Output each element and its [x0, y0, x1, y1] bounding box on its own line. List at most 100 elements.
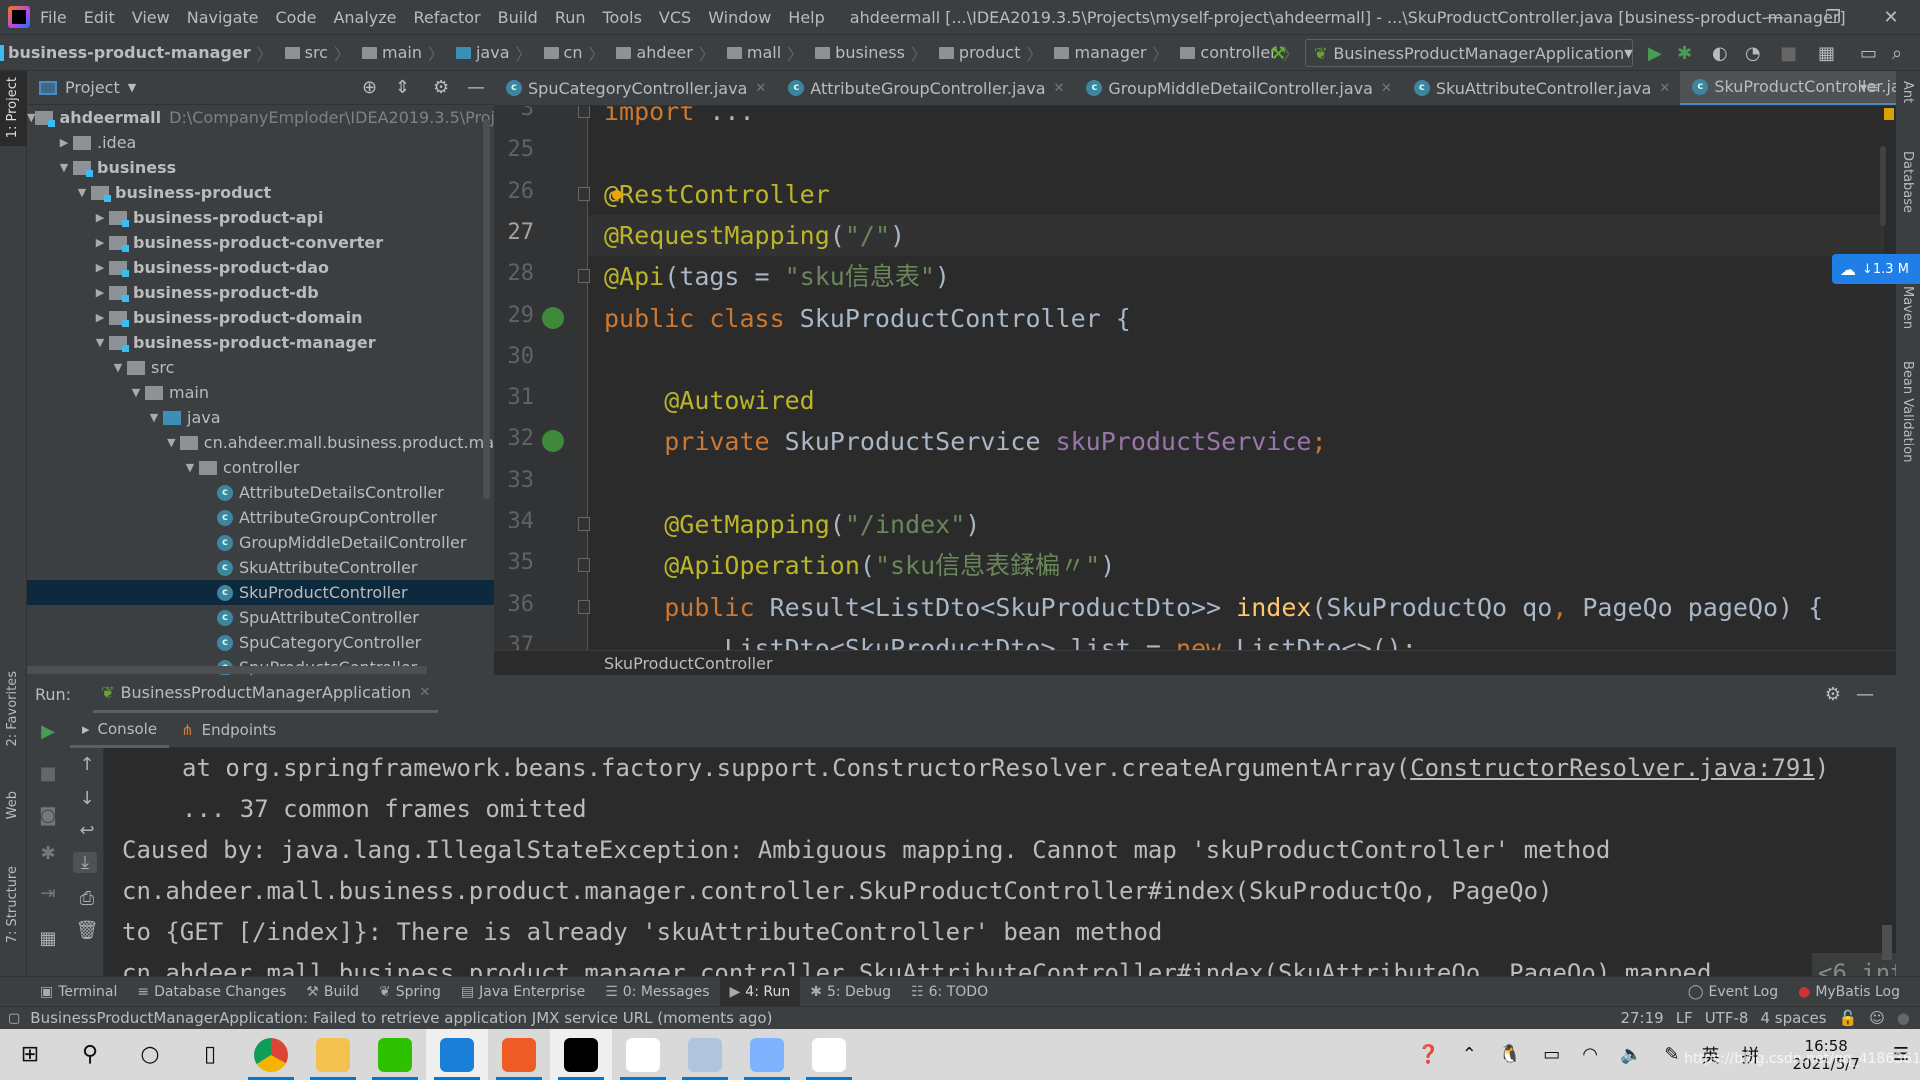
breadcrumb-item[interactable]: src 〉 [277, 41, 350, 65]
menu-navigate[interactable]: Navigate [187, 8, 259, 27]
expand-arrow-icon[interactable]: ▼ [27, 111, 35, 124]
breadcrumb-item[interactable]: java 〉 [448, 41, 532, 65]
menu-analyze[interactable]: Analyze [333, 8, 396, 27]
breadcrumb-item[interactable]: main 〉 [354, 41, 444, 65]
clock[interactable]: 16:58 2021/5/7 https://blog.csdn.net/qq_… [1684, 1037, 1920, 1073]
collapsed-arrow-icon[interactable]: ▶ [55, 136, 73, 149]
tree-item[interactable]: ▶ business-product-dao [27, 255, 494, 280]
menu-refactor[interactable]: Refactor [414, 8, 481, 27]
taskbar-app-chrome[interactable] [240, 1029, 302, 1080]
web-tool-button[interactable]: Web [5, 791, 20, 819]
tree-item[interactable]: c GroupMiddleDetailController [27, 530, 494, 555]
tree-item[interactable]: ▶ business-product-api [27, 205, 494, 230]
exit-icon[interactable]: ⇥ [36, 883, 60, 904]
tree-item[interactable]: ▼ business-product [27, 180, 494, 205]
tool-database-changes[interactable]: ≡ Database Changes [127, 977, 296, 1007]
expanded-arrow-icon[interactable]: ▼ [181, 461, 199, 474]
tree-item[interactable]: ▶ business-product-domain [27, 305, 494, 330]
collapsed-arrow-icon[interactable]: ▶ [91, 311, 109, 324]
tree-item[interactable]: ▶ business-product-db [27, 280, 494, 305]
taskbar-app-baidu-netdisk[interactable] [612, 1029, 674, 1080]
close-tab-icon[interactable]: ✕ [1659, 81, 1670, 96]
status-message[interactable]: BusinessProductManagerApplication: Faile… [30, 1009, 772, 1027]
editor-tab[interactable]: c GroupMiddleDetailController.java ✕ [1074, 71, 1401, 105]
collapsed-arrow-icon[interactable]: ▶ [91, 236, 109, 249]
start-button[interactable]: ⊞ [0, 1029, 60, 1080]
tool-java-enterprise[interactable]: ▤ Java Enterprise [451, 977, 595, 1007]
tree-item[interactable]: ▶ .idea [27, 130, 494, 155]
collapsed-arrow-icon[interactable]: ▶ [91, 286, 109, 299]
build-hammer-icon[interactable]: ⚒ [1270, 43, 1286, 64]
tool-todo[interactable]: ☷ 6: TODO [901, 977, 998, 1007]
code-editor[interactable]: 3 import ... 25 26 @RestController 27 @Request… [494, 106, 1896, 650]
taskbar-app-dictionary[interactable] [426, 1029, 488, 1080]
scroll-to-end-icon[interactable]: ⤓ [73, 852, 97, 873]
bean-class-icon[interactable] [542, 306, 564, 329]
minimize-button[interactable]: — [1746, 0, 1804, 35]
chevron-up-icon[interactable]: ⌃ [1462, 1044, 1477, 1065]
endpoints-tab[interactable]: ⋔ Endpoints [169, 721, 288, 739]
tab-list-icon[interactable]: ▾≡ [1860, 80, 1879, 96]
expanded-arrow-icon[interactable]: ▼ [73, 186, 91, 199]
stop-icon[interactable]: ■ [36, 763, 60, 784]
fold-marker-icon[interactable] [578, 558, 590, 573]
rerun-icon[interactable]: ▶ [36, 721, 60, 742]
menu-code[interactable]: Code [276, 8, 317, 27]
tree-horizontal-scrollbar[interactable] [27, 666, 427, 674]
close-button[interactable]: ✕ [1862, 0, 1920, 35]
menu-edit[interactable]: Edit [84, 8, 115, 27]
tree-vertical-scrollbar[interactable] [483, 119, 490, 499]
breadcrumb-item[interactable]: business 〉 [807, 41, 927, 65]
fold-marker-icon[interactable] [578, 599, 590, 614]
collapsed-arrow-icon[interactable]: ▶ [91, 211, 109, 224]
close-tab-icon[interactable]: ✕ [1054, 81, 1065, 96]
help-icon[interactable]: ❓ [1417, 1044, 1439, 1065]
tree-item[interactable]: ▼ business-product-manager [27, 330, 494, 355]
maven-tool-button[interactable]: Maven [1900, 286, 1915, 329]
lock-icon[interactable]: 🔓 [1839, 1009, 1858, 1027]
baidu-netdisk-float[interactable]: ☁ ↓1.3 M [1832, 254, 1920, 284]
mute-breakpoints-icon[interactable]: ✱ [36, 843, 60, 864]
gear-icon[interactable]: ⚙ [433, 77, 449, 98]
editor-tab[interactable]: c SpuCategoryController.java ✕ [494, 71, 776, 105]
tool-spring[interactable]: ❦ Spring [369, 977, 451, 1007]
run-config-tab[interactable]: ❦ BusinessProductManagerApplication ✕ [93, 675, 439, 713]
chevron-down-icon[interactable]: ▼ [128, 81, 136, 94]
task-view-button[interactable]: ▯ [180, 1029, 240, 1080]
tree-item[interactable]: ▼ main [27, 380, 494, 405]
collapsed-arrow-icon[interactable]: ▶ [91, 261, 109, 274]
breadcrumb-item[interactable]: business-product-manager 〉 [0, 41, 273, 65]
notification-icon[interactable]: ● [1897, 1009, 1910, 1027]
coverage-icon[interactable]: ◐ [1712, 43, 1728, 64]
tree-item[interactable]: ▼ business [27, 155, 494, 180]
expanded-arrow-icon[interactable]: ▼ [163, 436, 180, 449]
breadcrumb-item[interactable]: manager 〉 [1046, 41, 1168, 65]
inspector-icon[interactable]: ☺ [1869, 1009, 1885, 1027]
menu-tools[interactable]: Tools [603, 8, 642, 27]
arrow-up-icon[interactable]: ↑ [75, 754, 99, 775]
wifi-icon[interactable]: ◠ [1582, 1044, 1598, 1065]
fold-marker-icon[interactable] [578, 269, 590, 284]
editor-breadcrumb[interactable]: SkuProductController [494, 650, 1896, 675]
hide-icon[interactable]: — [1856, 684, 1874, 705]
dump-threads-icon[interactable]: ◙ [36, 805, 60, 826]
taskbar-app-file-explorer[interactable] [302, 1029, 364, 1080]
breadcrumb-item[interactable]: cn 〉 [536, 41, 604, 65]
expanded-arrow-icon[interactable]: ▼ [109, 361, 127, 374]
favorites-tool-button[interactable]: 2: Favorites [5, 671, 20, 747]
file-encoding[interactable]: UTF-8 [1705, 1009, 1749, 1027]
taskbar-app-postman[interactable] [488, 1029, 550, 1080]
debug-icon[interactable]: ✱ [1677, 43, 1692, 64]
collapse-all-icon[interactable]: ⇕ [395, 77, 410, 98]
tree-item[interactable]: c SpuAttributeController [27, 605, 494, 630]
soft-wrap-icon[interactable]: ↩ [75, 820, 99, 841]
console-tab[interactable]: ▸ Console [70, 713, 170, 748]
tree-item[interactable]: c SpuCategoryController [27, 630, 494, 655]
structure-tool-button[interactable]: 7: Structure [5, 866, 20, 943]
volume-icon[interactable]: 🔈 [1620, 1044, 1642, 1065]
project-tool-button[interactable]: 1: Project [5, 77, 20, 138]
menu-window[interactable]: Window [708, 8, 771, 27]
tree-item[interactable]: c SkuProductController [27, 580, 494, 605]
tree-item[interactable]: ▼ controller [27, 455, 494, 480]
menu-build[interactable]: Build [498, 8, 538, 27]
